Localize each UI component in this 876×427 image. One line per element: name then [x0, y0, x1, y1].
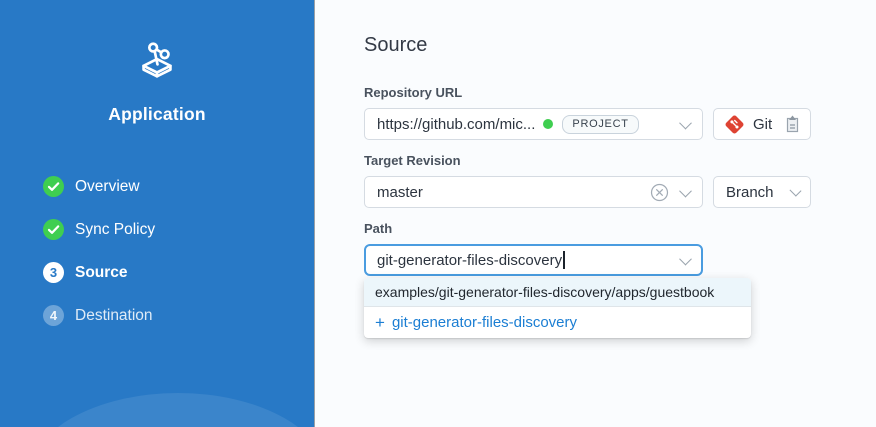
repository-url-value: https://github.com/mic... [377, 116, 535, 133]
application-wizard: Application Overview Sync Policy 3 Sourc… [0, 0, 876, 427]
repository-url-input[interactable]: https://github.com/mic... PROJECT [364, 108, 703, 140]
sidebar-decorative-circle [28, 393, 315, 427]
step-destination[interactable]: 4 Destination [43, 305, 155, 326]
application-deploy-icon [134, 38, 180, 89]
check-circle-icon [43, 219, 64, 240]
chevron-down-icon[interactable] [679, 116, 692, 129]
step-label: Destination [75, 307, 153, 325]
chevron-down-icon [789, 185, 801, 197]
path-value: git-generator-files-discovery [377, 252, 562, 269]
target-revision-label: Target Revision [364, 153, 876, 168]
check-circle-icon [43, 176, 64, 197]
path-suggestions-dropdown: examples/git-generator-files-discovery/a… [364, 278, 751, 338]
git-logo-icon [724, 114, 745, 135]
repository-url-label: Repository URL [364, 85, 876, 100]
step-label: Sync Policy [75, 221, 155, 239]
plus-icon: + [375, 314, 385, 331]
source-form-panel: Source Repository URL https://github.com… [316, 0, 876, 427]
repo-type-value: Git [753, 116, 772, 133]
wizard-title: Application [0, 104, 314, 125]
wizard-sidebar: Application Overview Sync Policy 3 Sourc… [0, 0, 315, 427]
step-number-badge: 3 [43, 262, 64, 283]
chevron-down-icon[interactable] [679, 252, 692, 265]
project-badge: PROJECT [562, 115, 638, 134]
path-create-item[interactable]: + git-generator-files-discovery [364, 307, 751, 338]
step-label: Overview [75, 178, 140, 196]
path-suggestion-item[interactable]: examples/git-generator-files-discovery/a… [364, 278, 751, 307]
path-label: Path [364, 221, 876, 236]
chevron-down-icon[interactable] [679, 184, 692, 197]
revision-type-select[interactable]: Branch [713, 176, 811, 208]
wizard-steps: Overview Sync Policy 3 Source 4 Destinat… [43, 176, 155, 348]
path-input[interactable]: git-generator-files-discovery [364, 244, 703, 276]
select-indicator-icon [785, 115, 800, 134]
step-label: Source [75, 264, 128, 282]
clear-input-icon[interactable] [650, 183, 669, 202]
step-sync-policy[interactable]: Sync Policy [43, 219, 155, 240]
target-revision-value: master [377, 184, 423, 201]
page-title: Source [364, 34, 876, 57]
target-revision-input[interactable]: master [364, 176, 703, 208]
text-caret [563, 251, 565, 269]
repo-type-select[interactable]: Git [713, 108, 811, 140]
revision-type-value: Branch [726, 184, 774, 201]
step-source[interactable]: 3 Source [43, 262, 155, 283]
step-number-badge: 4 [43, 305, 64, 326]
path-create-label: git-generator-files-discovery [392, 314, 577, 331]
connection-status-dot [543, 119, 553, 129]
step-overview[interactable]: Overview [43, 176, 155, 197]
